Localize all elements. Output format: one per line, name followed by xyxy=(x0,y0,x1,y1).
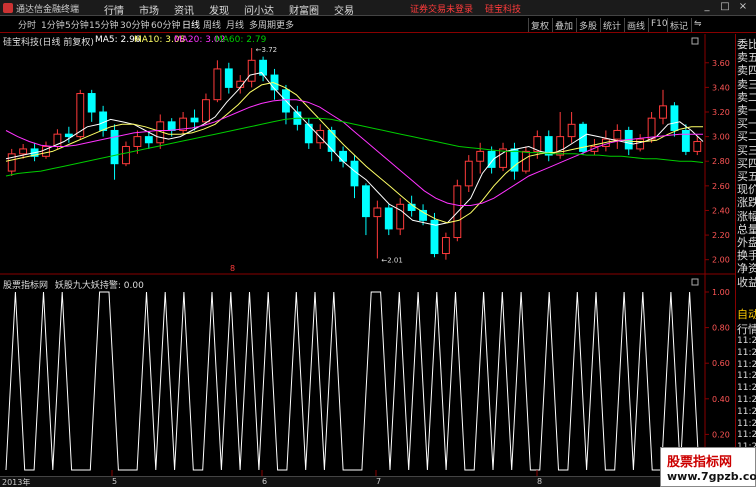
candle-body xyxy=(19,148,28,155)
date-label-year: 2013年 xyxy=(2,478,31,487)
candle-body xyxy=(190,117,199,123)
candle-body xyxy=(144,136,153,144)
candle-body xyxy=(681,129,690,152)
date-label-aug: 8 xyxy=(537,477,543,486)
tick-time: 11:2 xyxy=(737,347,756,358)
tick-time: 11:2 xyxy=(737,395,756,405)
panel-option-icon xyxy=(691,37,699,45)
right-quote-panel: 委比 卖五 卖四 卖三 卖二 卖一 买一 买二 买三 买四 买五 现价 涨跌 涨幅 总量 外盘 换手 净资 收益 自… xyxy=(735,34,756,487)
price-axis-label: 3.00 xyxy=(712,133,730,142)
indicator-line xyxy=(5,291,700,471)
bar-marker: 8 xyxy=(230,264,235,273)
candle-body xyxy=(7,153,16,172)
indicator-source: 股票指标网 xyxy=(3,281,49,291)
candle-body xyxy=(64,133,73,138)
price-axis-label: 2.00 xyxy=(712,256,730,265)
candle-body xyxy=(659,105,667,119)
candle-body xyxy=(327,129,336,152)
price-axis-label: 3.40 xyxy=(712,83,730,92)
candle-body xyxy=(361,185,370,218)
candle-body xyxy=(167,121,176,131)
price-axis-label: 3.20 xyxy=(712,108,730,117)
tick-time: 11:2 xyxy=(737,359,756,370)
candle-body xyxy=(396,203,405,230)
candle-body xyxy=(476,150,485,162)
candle-body xyxy=(693,141,702,152)
indicator-axis-label: 0.80 xyxy=(712,324,730,333)
tick-time: 11:2 xyxy=(737,418,756,429)
quote-field-label: 收益 xyxy=(737,275,756,289)
price-axis-label: 2.40 xyxy=(712,206,730,215)
candle-body xyxy=(521,150,530,172)
candle-body xyxy=(224,68,233,88)
candle-body xyxy=(110,129,119,165)
candle-body xyxy=(464,160,473,187)
watermark-title: 股票指标网 xyxy=(667,455,733,470)
price-axis-label: 2.20 xyxy=(712,231,730,240)
candle-body xyxy=(350,160,359,187)
detail-label[interactable]: 行情 xyxy=(737,321,756,337)
auto-label[interactable]: 自动 xyxy=(737,306,756,322)
watermark: 股票指标网 www.7gpzb.com xyxy=(660,447,756,487)
ma-line-ma10 xyxy=(5,81,703,224)
candle-body xyxy=(647,117,656,140)
watermark-url: www.7gpzb.com xyxy=(667,470,756,483)
indicator-axis-label: 0.60 xyxy=(712,359,730,368)
candle-body xyxy=(213,68,222,101)
indicator-name: 妖股九大妖持警: 0.00 xyxy=(54,281,144,291)
ma-line-ma5 xyxy=(5,72,704,226)
indicator-axis-label: 0.40 xyxy=(712,395,730,404)
candle-body xyxy=(384,207,393,230)
candle-body xyxy=(87,93,96,113)
price-axis-label: 3.60 xyxy=(712,59,730,68)
low-annotation: ←2.01 xyxy=(381,256,402,264)
tick-time: 11:2 xyxy=(737,371,756,382)
date-axis-bar: 2013年 5 6 7 8 xyxy=(0,476,756,487)
close-icon[interactable]: × xyxy=(736,1,750,14)
candle-body xyxy=(339,150,348,162)
candle-body xyxy=(373,207,382,218)
candle-body xyxy=(202,99,210,123)
tick-time: 11:2 xyxy=(737,430,756,441)
date-label-jul: 7 xyxy=(376,477,382,486)
high-annotation: ←3.72 xyxy=(256,46,277,54)
candle-body xyxy=(122,145,130,165)
price-axis-label: 2.60 xyxy=(712,182,730,191)
indicator-header: 股票指标网 妖股九大妖持警: 0.00 xyxy=(3,278,144,291)
chart-area[interactable]: 3.60 3.40 3.20 3.00 2.80 2.60 2.40 2.20 2.00 1.00… xyxy=(0,0,735,476)
panel-option-icon xyxy=(691,278,699,286)
tick-time: 11:2 xyxy=(737,406,756,417)
candle-body xyxy=(247,59,256,82)
candle-body xyxy=(441,237,450,255)
candle-body xyxy=(133,136,142,147)
tick-time: 11:2 xyxy=(737,336,756,346)
indicator-axis-label: 0.20 xyxy=(712,430,730,439)
date-label-may: 5 xyxy=(112,477,118,486)
candle-body xyxy=(613,129,622,140)
candle-body xyxy=(670,105,679,131)
date-label-jun: 6 xyxy=(262,477,268,486)
candle-body xyxy=(567,123,576,138)
candle-body xyxy=(636,138,645,150)
price-axis-label: 2.80 xyxy=(712,157,730,166)
tick-time: 11:2 xyxy=(737,383,756,394)
indicator-axis-label: 1.00 xyxy=(712,288,730,297)
